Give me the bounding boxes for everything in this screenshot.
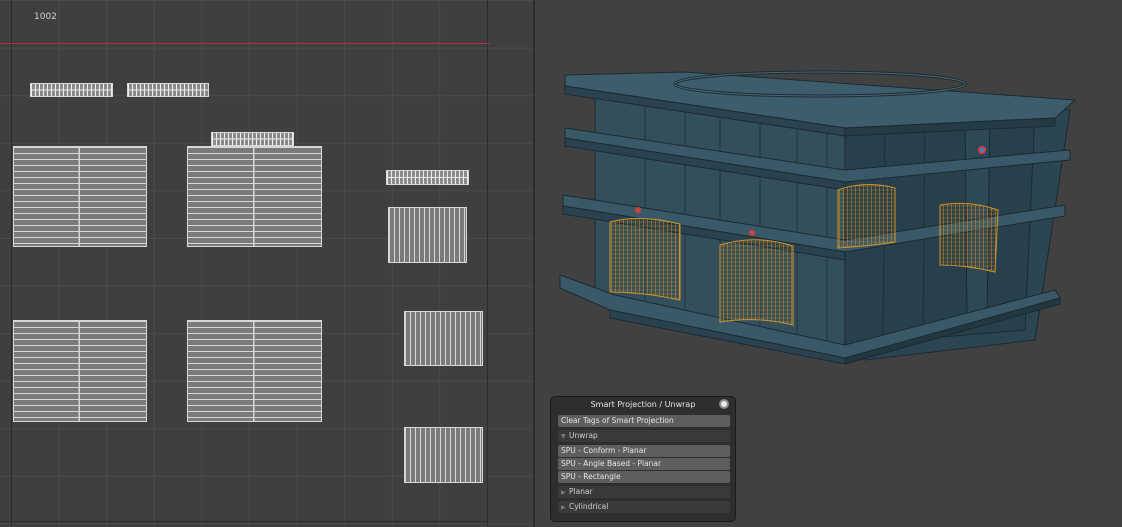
panel-header[interactable]: Smart Projection / Unwrap (551, 397, 735, 412)
uv-tile-border-left (11, 0, 12, 527)
app-root: 1002 Smart Projection / Unwrap Clear Tag… (0, 0, 1122, 527)
uv-editor-viewport[interactable]: 1002 (0, 0, 533, 527)
spu-angle-based-planar-button[interactable]: SPU - Angle Based - Planar (558, 458, 730, 470)
spu-conform-planar-button[interactable]: SPU - Conform - Planar (558, 445, 730, 457)
section-unwrap[interactable]: ▼ Unwrap (558, 430, 730, 442)
uv-island[interactable] (13, 146, 147, 247)
triangle-right-icon: ▶ (561, 504, 566, 511)
section-unwrap-label: Unwrap (569, 431, 598, 440)
uv-island[interactable] (187, 320, 322, 422)
uv-island[interactable] (13, 320, 147, 422)
uv-island[interactable] (388, 207, 467, 263)
spu-rectangle-button[interactable]: SPU - Rectangle (558, 471, 730, 483)
uv-island[interactable] (30, 83, 113, 97)
uv-tile-label: 1002 (34, 12, 57, 22)
section-cylindrical[interactable]: ▶ Cylindrical (558, 501, 730, 513)
section-planar[interactable]: ▶ Planar (558, 486, 730, 498)
uv-tile-border-bottom (0, 521, 488, 522)
uv-tile-border-right (487, 0, 488, 527)
uv-island[interactable] (211, 132, 294, 146)
triangle-down-icon: ▼ (561, 433, 566, 440)
uv-island[interactable] (187, 146, 322, 247)
panel-body: Clear Tags of Smart Projection ▼ Unwrap S… (558, 415, 730, 516)
panel-title: Smart Projection / Unwrap (590, 400, 696, 409)
uv-island[interactable] (404, 311, 483, 366)
uv-tile-top-edge (0, 43, 490, 44)
clear-tags-button[interactable]: Clear Tags of Smart Projection (558, 415, 730, 427)
section-cylindrical-label: Cylindrical (569, 502, 609, 511)
uv-island[interactable] (404, 427, 483, 483)
triangle-right-icon: ▶ (561, 489, 566, 496)
uv-island[interactable] (127, 83, 209, 97)
uv-island[interactable] (386, 170, 469, 185)
circle-close-icon[interactable] (719, 399, 729, 409)
smart-projection-panel: Smart Projection / Unwrap Clear Tags of … (550, 396, 736, 522)
section-planar-label: Planar (569, 487, 593, 496)
